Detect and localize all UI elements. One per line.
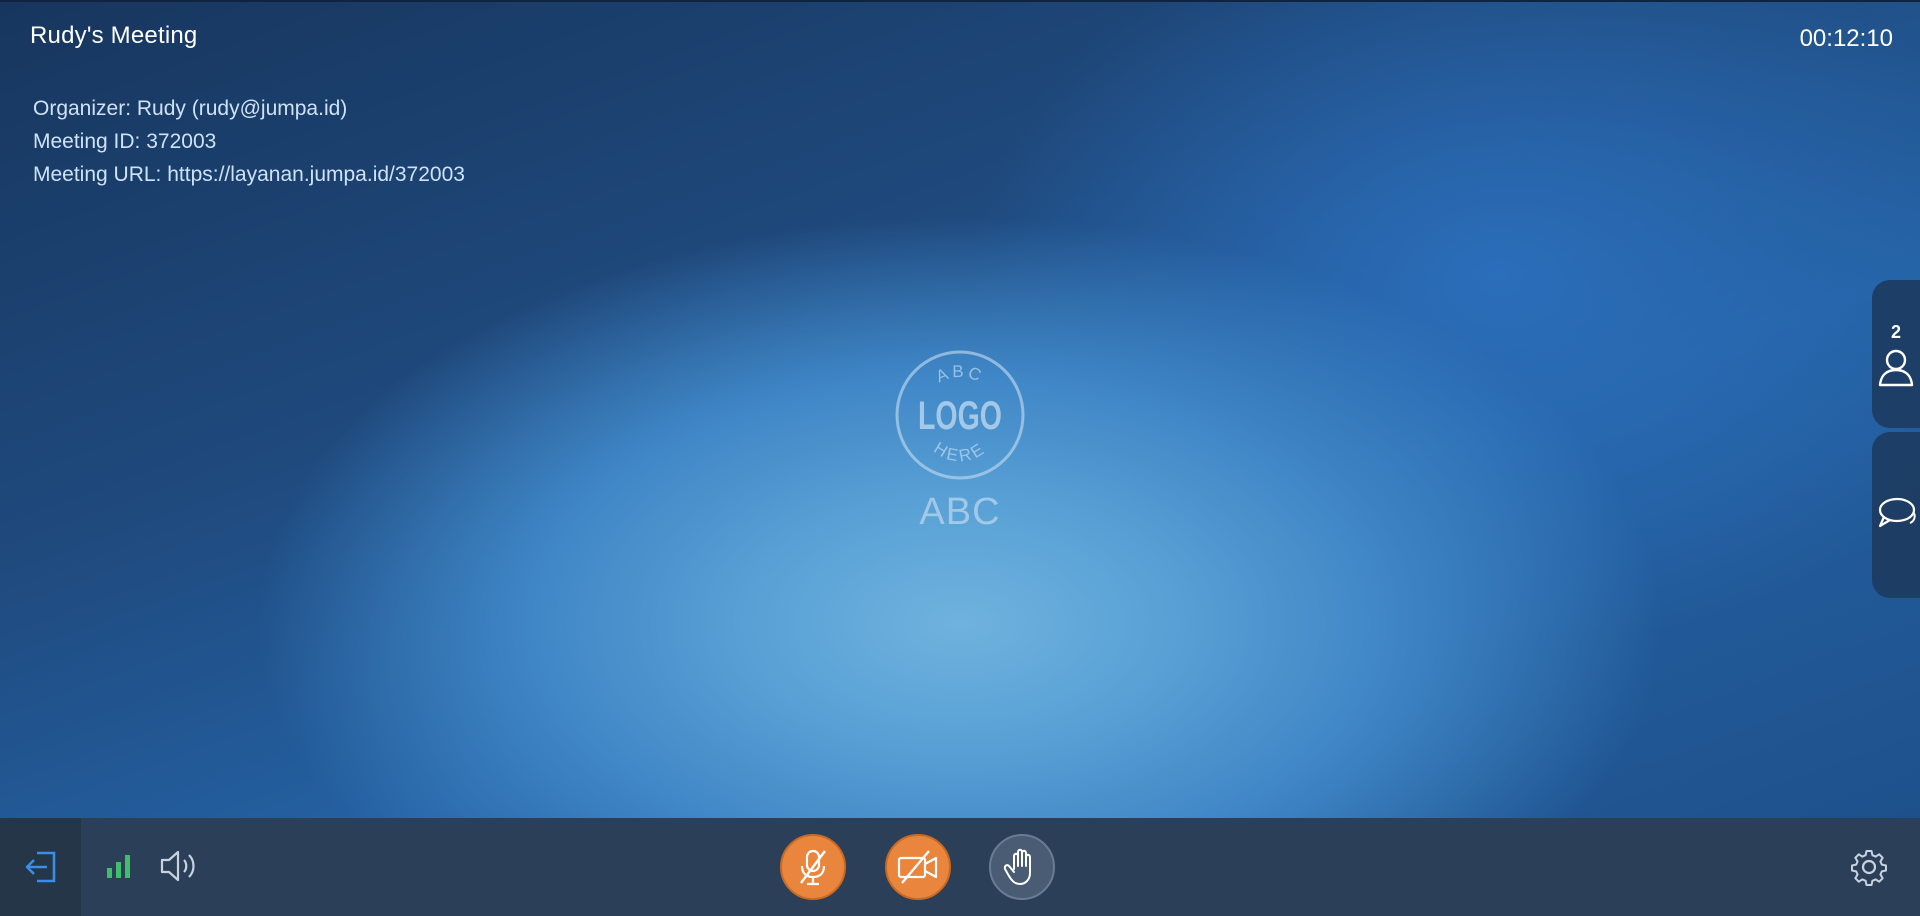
meeting-stage: Rudy's Meeting 00:12:10 Organizer: Rudy … — [0, 0, 1920, 916]
participant-count: 2 — [1890, 321, 1901, 342]
raise-hand-button[interactable] — [989, 834, 1055, 900]
microphone-muted-icon — [800, 849, 826, 886]
raise-hand-icon — [1003, 848, 1031, 885]
meeting-timer: 00:12:10 — [1799, 25, 1893, 52]
camera-toggle-button[interactable] — [885, 834, 951, 900]
logo-center-text: LOGO — [918, 394, 1002, 438]
meeting-id-row: Meeting ID: 372003 — [33, 125, 465, 158]
organizer-label: Organizer: — [33, 97, 132, 120]
center-logo: ABC LOGO HERE ABC — [894, 349, 1026, 534]
signal-bars-icon — [107, 855, 130, 878]
organizer-row: Organizer: Rudy (rudy@jumpa.id) — [33, 92, 465, 125]
speaker-icon[interactable] — [158, 848, 198, 884]
bottom-toolbar — [0, 818, 1920, 916]
meeting-url-value[interactable]: https://layanan.jumpa.id/372003 — [167, 163, 465, 186]
camera-off-icon — [897, 850, 938, 884]
svg-text:HERE: HERE — [930, 438, 989, 465]
logo-bottom-text: HERE — [930, 438, 986, 465]
leave-icon — [25, 851, 55, 883]
microphone-toggle-button[interactable] — [780, 834, 846, 900]
chat-bubbles-icon — [1878, 497, 1916, 528]
logo-badge-icon: ABC LOGO HERE — [895, 350, 1025, 480]
chat-tab[interactable] — [1872, 432, 1920, 598]
top-strip — [0, 0, 1920, 2]
logo-caption: ABC — [919, 491, 1001, 533]
participants-tab[interactable]: 2 — [1872, 280, 1920, 428]
gear-icon[interactable] — [1850, 848, 1888, 886]
meeting-id-label: Meeting ID: — [33, 130, 141, 153]
svg-text:ABC: ABC — [933, 362, 986, 386]
meeting-url-row: Meeting URL: https://layanan.jumpa.id/37… — [33, 158, 465, 191]
logo-top-text: ABC — [933, 362, 983, 386]
organizer-value: Rudy (rudy@jumpa.id) — [136, 97, 348, 120]
leave-meeting-button[interactable] — [0, 818, 81, 916]
meeting-id-value: 372003 — [146, 130, 217, 153]
meeting-title: Rudy's Meeting — [30, 22, 198, 49]
meeting-info: Organizer: Rudy (rudy@jumpa.id) Meeting … — [33, 92, 465, 191]
person-icon — [1878, 349, 1914, 386]
meeting-url-label: Meeting URL: — [33, 163, 162, 186]
